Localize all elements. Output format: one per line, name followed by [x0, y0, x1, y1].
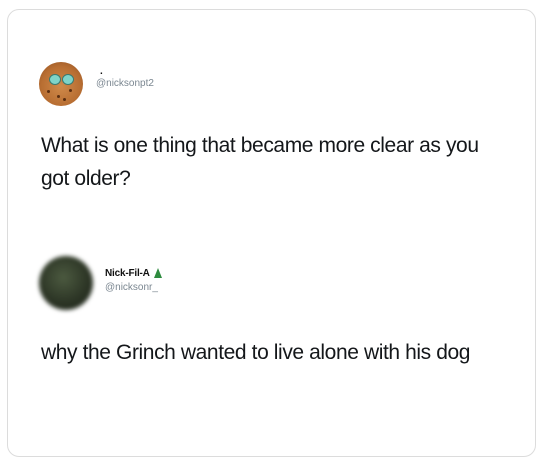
tweet-card: . @nicksonpt2 What is one thing that bec… [7, 9, 536, 457]
avatar-dot [63, 98, 66, 101]
display-name: Nick-Fil-A [105, 268, 150, 279]
avatar-dot [47, 90, 50, 93]
tweet-reply: Nick-Fil-A @nicksonr_ why the Grinch wan… [8, 240, 535, 458]
user-handle[interactable]: @nicksonpt2 [96, 78, 154, 89]
avatar[interactable] [39, 62, 83, 106]
avatar-eye [49, 74, 61, 85]
avatar-dot [69, 89, 72, 92]
tweet-question: . @nicksonpt2 What is one thing that bec… [8, 10, 535, 240]
user-handle[interactable]: @nicksonr_ [105, 282, 158, 293]
christmas-tree-icon [153, 267, 162, 278]
avatar[interactable] [39, 256, 93, 310]
display-name-row[interactable]: Nick-Fil-A [105, 267, 162, 279]
display-name[interactable]: . [100, 66, 103, 77]
avatar-eye [62, 74, 74, 85]
tweet-text: What is one thing that became more clear… [41, 134, 479, 190]
tweet-text: why the Grinch wanted to live alone with… [41, 341, 471, 364]
avatar-dot [57, 95, 60, 98]
